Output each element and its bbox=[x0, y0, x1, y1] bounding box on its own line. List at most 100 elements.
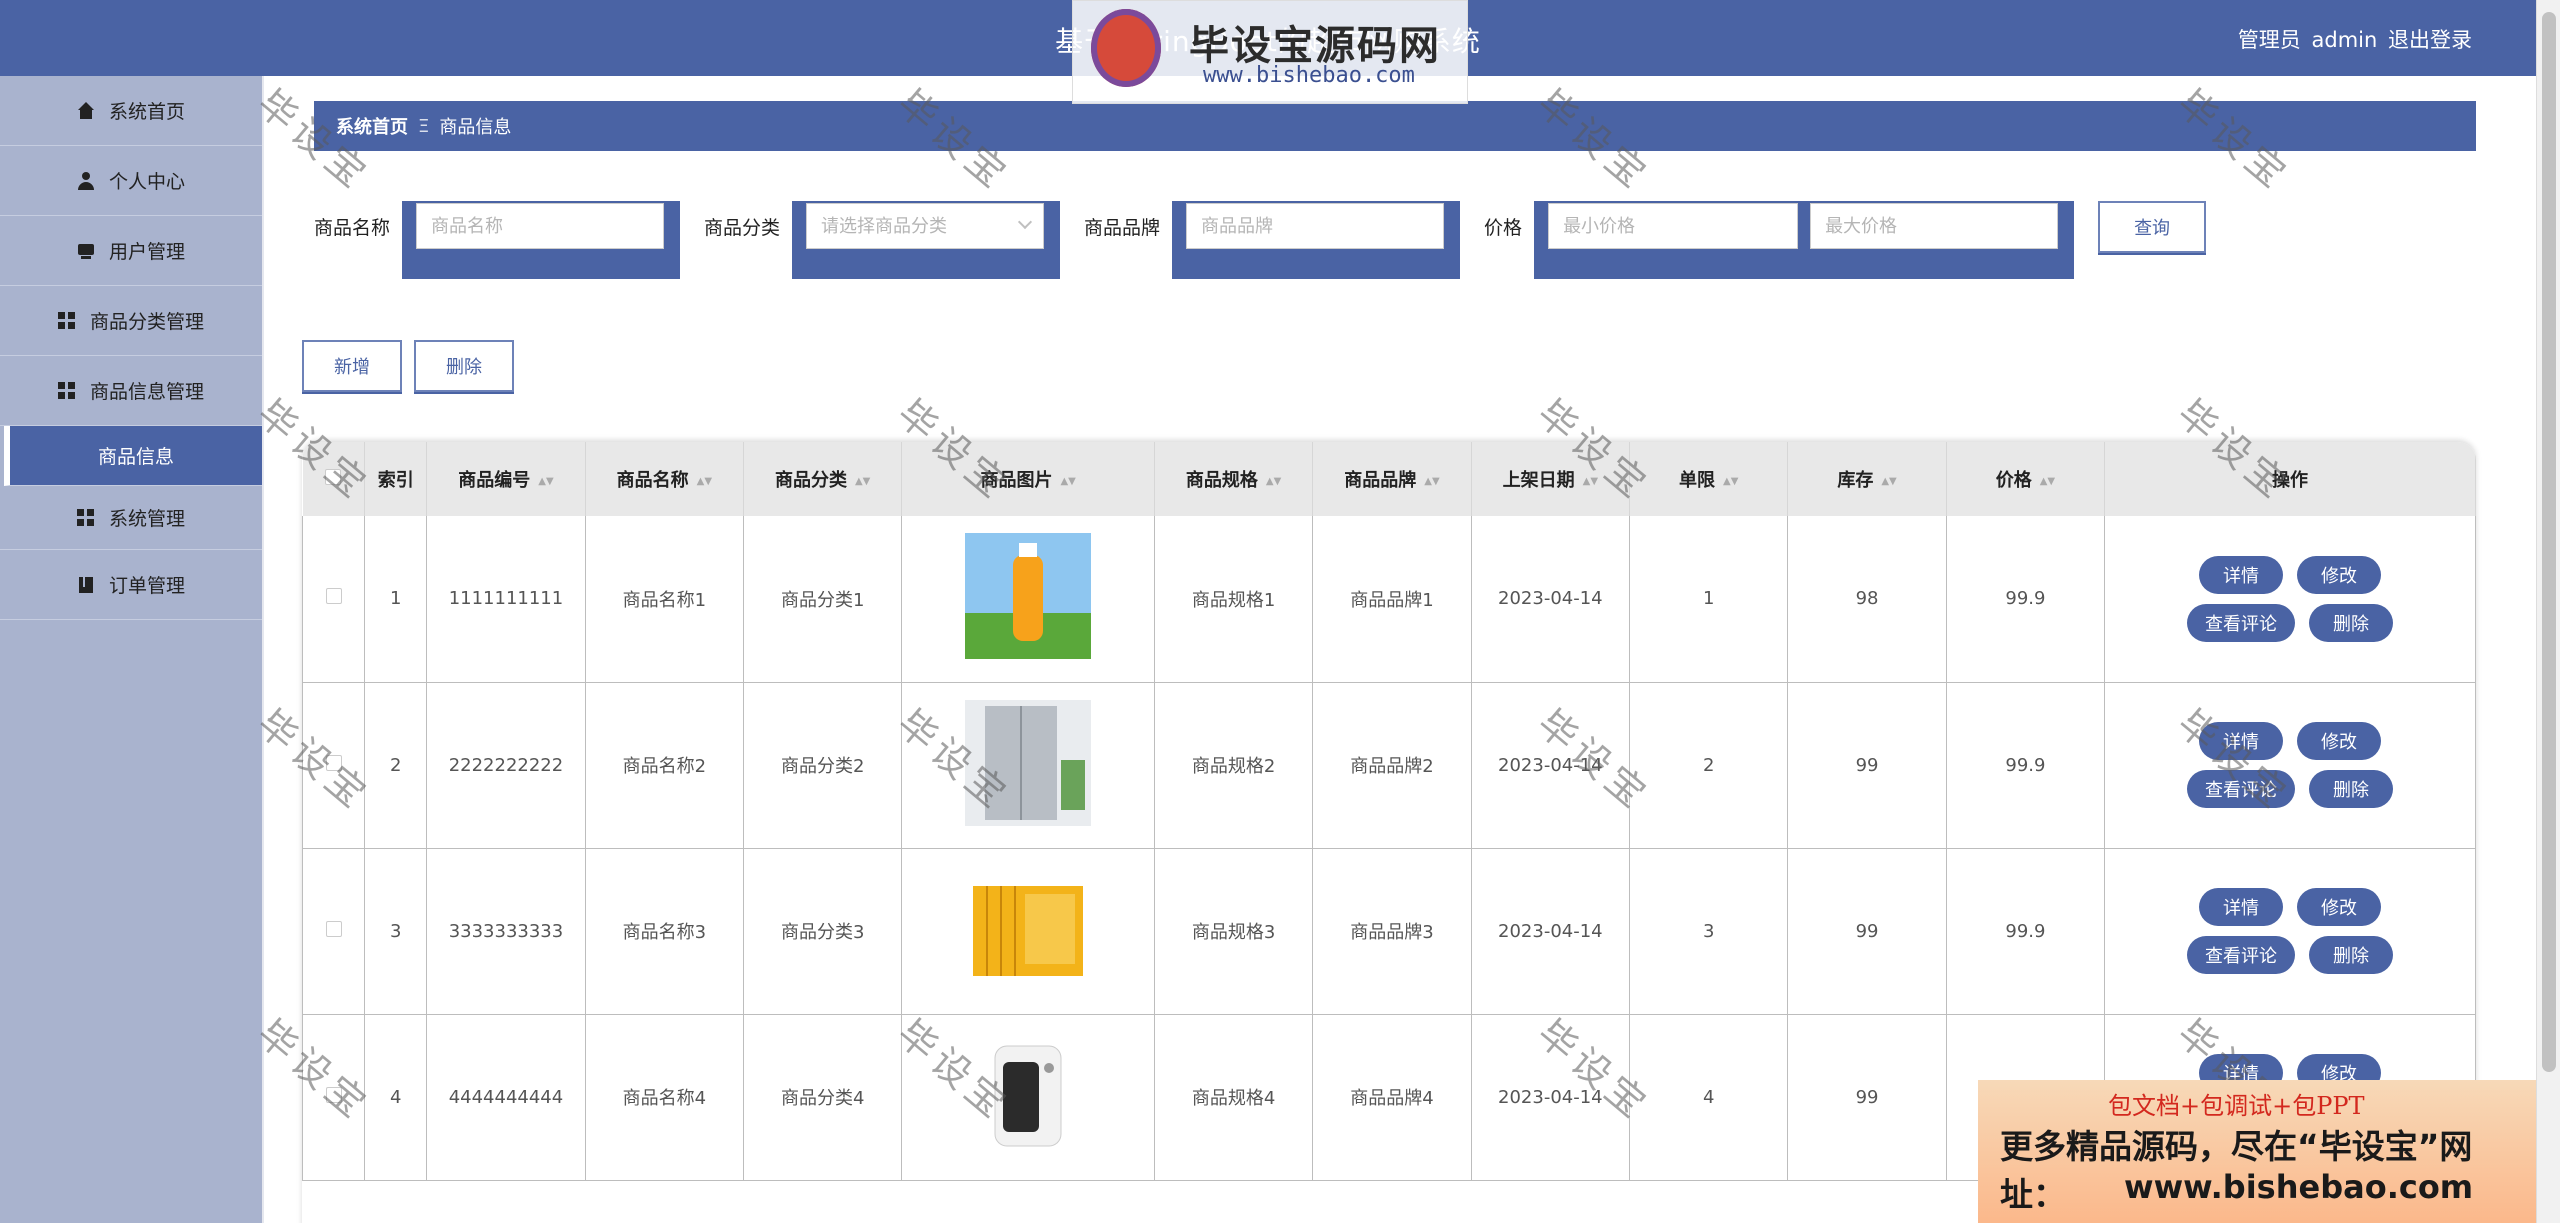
col-header[interactable]: 商品品牌 ▲▼ bbox=[1312, 442, 1472, 516]
row-delete-button[interactable]: 删除 bbox=[2309, 770, 2394, 808]
book-icon bbox=[77, 576, 95, 594]
cell-brand: 商品品牌2 bbox=[1312, 682, 1472, 848]
cell-price: 99.9 bbox=[1945, 682, 2106, 848]
col-header[interactable]: 商品名称 ▲▼ bbox=[585, 442, 745, 516]
cell-date: 2023-04-14 bbox=[1470, 516, 1631, 682]
cell-image bbox=[901, 682, 1155, 848]
col-header[interactable]: 价格 ▲▼ bbox=[1946, 442, 2106, 516]
view-comments-button[interactable]: 查看评论 bbox=[2187, 936, 2296, 974]
sort-icon: ▲▼ bbox=[1582, 475, 1599, 487]
col-header[interactable]: 单限 ▲▼ bbox=[1629, 442, 1789, 516]
breadcrumb-current: 商品信息 bbox=[439, 117, 512, 138]
brand-filter-input[interactable] bbox=[1186, 203, 1445, 249]
edit-button[interactable]: 修改 bbox=[2297, 722, 2382, 760]
category-select[interactable] bbox=[806, 203, 1045, 249]
col-header[interactable]: 商品图片 ▲▼ bbox=[901, 442, 1155, 516]
cell-code: 3333333333 bbox=[426, 848, 586, 1014]
grid-icon bbox=[57, 381, 76, 400]
sidebar-item-goods-mgmt[interactable]: 商品信息管理 bbox=[0, 356, 262, 426]
edit-button[interactable]: 修改 bbox=[2297, 555, 2382, 594]
cell-stock: 99 bbox=[1787, 1014, 1947, 1180]
sidebar-item-label: 系统首页 bbox=[108, 101, 185, 123]
max-price-input[interactable] bbox=[1810, 203, 2059, 249]
cell-name: 商品名称1 bbox=[584, 516, 745, 682]
cell-date: 2023-04-14 bbox=[1470, 1014, 1631, 1180]
sort-icon: ▲▼ bbox=[1881, 475, 1897, 487]
promo-banner: 包文档+包调试+包PPT 更多精品源码，尽在“毕设宝”网址： www.bishe… bbox=[1978, 1080, 2538, 1223]
cell-code: 4444444444 bbox=[426, 1014, 586, 1180]
grid-icon bbox=[57, 311, 76, 330]
id-card-icon bbox=[77, 242, 95, 260]
product-image bbox=[965, 1031, 1092, 1163]
cell-select bbox=[302, 848, 366, 1014]
sidebar-item-label: 个人中心 bbox=[108, 171, 185, 193]
cell-operations: 详情 修改 查看评论 删除 bbox=[2104, 516, 2476, 682]
query-button[interactable]: 查询 bbox=[2098, 201, 2207, 253]
detail-button[interactable]: 详情 bbox=[2199, 888, 2284, 926]
name-filter-input[interactable] bbox=[416, 203, 665, 249]
table-row: 2 2222222222 商品名称2 商品分类2 商品规格2 商品品牌2 2023-04-1… bbox=[302, 682, 2476, 848]
category-filter-label: 商品分类 bbox=[704, 216, 781, 239]
col-header[interactable]: 库存 ▲▼ bbox=[1787, 442, 1947, 516]
sidebar-item-label: 商品信息 bbox=[97, 446, 174, 468]
sidebar-item-profile[interactable]: 个人中心 bbox=[0, 146, 262, 216]
row-delete-button[interactable]: 删除 bbox=[2309, 603, 2394, 642]
sidebar-item-home[interactable]: 系统首页 bbox=[0, 76, 262, 146]
page-scrollbar[interactable] bbox=[2536, 0, 2560, 1223]
sort-icon: ▲▼ bbox=[1060, 475, 1076, 487]
sort-icon: ▲▼ bbox=[696, 475, 713, 487]
row-checkbox[interactable] bbox=[325, 754, 342, 771]
row-checkbox[interactable] bbox=[325, 588, 342, 605]
sidebar-item-system[interactable]: 系统管理 bbox=[0, 486, 262, 550]
table-row: 1 1111111111 商品名称1 商品分类1 商品规格1 商品品牌1 2023-04-1… bbox=[302, 516, 2476, 682]
col-header[interactable]: 商品分类 ▲▼ bbox=[743, 442, 903, 516]
breadcrumb-home[interactable]: 系统首页 bbox=[336, 113, 408, 139]
category-filter-box bbox=[792, 201, 1061, 279]
view-comments-button[interactable]: 查看评论 bbox=[2187, 603, 2296, 642]
sidebar-item-label: 商品分类管理 bbox=[89, 311, 204, 333]
min-price-input[interactable] bbox=[1548, 203, 1799, 249]
detail-button[interactable]: 详情 bbox=[2199, 555, 2284, 594]
detail-button[interactable]: 详情 bbox=[2199, 722, 2284, 760]
edit-button[interactable]: 修改 bbox=[2297, 888, 2382, 926]
scrollbar-thumb[interactable] bbox=[2542, 12, 2556, 1072]
col-header[interactable]: 商品规格 ▲▼ bbox=[1154, 442, 1314, 516]
row-checkbox[interactable] bbox=[325, 920, 342, 937]
cell-spec: 商品规格3 bbox=[1153, 848, 1314, 1014]
cell-spec: 商品规格2 bbox=[1153, 682, 1314, 848]
view-comments-button[interactable]: 查看评论 bbox=[2187, 770, 2296, 808]
brand-filter-label: 商品品牌 bbox=[1084, 216, 1161, 239]
cell-spec: 商品规格4 bbox=[1153, 1014, 1314, 1180]
col-header[interactable]: 上架日期 ▲▼ bbox=[1471, 442, 1631, 516]
sidebar-item-users[interactable]: 用户管理 bbox=[0, 216, 262, 286]
main-content: 系统首页 Ξ 商品信息 商品名称 商品分类 商品品牌 价格 查询 新增 删除 bbox=[264, 76, 2536, 1223]
delete-button[interactable]: 删除 bbox=[414, 340, 514, 392]
sort-icon: ▲▼ bbox=[2039, 475, 2056, 487]
brand-filter-box bbox=[1172, 201, 1461, 279]
logout-link[interactable]: 退出登录 bbox=[2388, 28, 2472, 52]
cell-limit: 3 bbox=[1629, 848, 1789, 1014]
row-delete-button[interactable]: 删除 bbox=[2309, 936, 2394, 974]
sidebar-item-label: 系统管理 bbox=[108, 508, 185, 530]
cell-category: 商品分类2 bbox=[742, 682, 903, 848]
sort-icon: ▲▼ bbox=[1723, 475, 1739, 487]
row-checkbox[interactable] bbox=[325, 1086, 342, 1103]
cell-price: 99.9 bbox=[1945, 848, 2106, 1014]
user-icon bbox=[77, 171, 95, 190]
sort-icon: ▲▼ bbox=[1424, 475, 1440, 487]
cell-date: 2023-04-14 bbox=[1470, 848, 1631, 1014]
sidebar-item-category-mgmt[interactable]: 商品分类管理 bbox=[0, 286, 262, 356]
select-all-checkbox[interactable] bbox=[325, 468, 342, 485]
add-button[interactable]: 新增 bbox=[302, 340, 402, 392]
name-filter-label: 商品名称 bbox=[314, 216, 391, 239]
cell-code: 2222222222 bbox=[426, 682, 586, 848]
cell-price: 99.9 bbox=[1945, 516, 2106, 682]
col-header[interactable]: 商品编号 ▲▼ bbox=[426, 442, 586, 516]
sidebar-item-orders[interactable]: 订单管理 bbox=[0, 550, 262, 620]
logo-icon bbox=[1091, 9, 1161, 87]
col-header: 索引 bbox=[364, 442, 428, 516]
username: admin bbox=[2311, 28, 2378, 52]
product-image bbox=[965, 865, 1092, 997]
sidebar-item-goods-info[interactable]: 商品信息 bbox=[4, 426, 262, 486]
cell-category: 商品分类1 bbox=[742, 516, 903, 682]
